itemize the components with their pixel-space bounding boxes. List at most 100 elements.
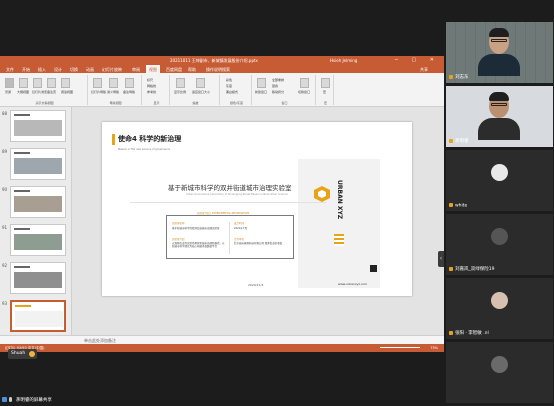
participant-list: 刘志东 茅明睿 white 刘嘉岚_双绿保险19 张阳 · 李智敏 .nl [446, 22, 554, 406]
cube-icon [370, 265, 377, 272]
notes-pane[interactable]: 单击此处添加备注 [0, 335, 444, 344]
ribbon-group-macros: 宏 宏 [318, 75, 334, 105]
gridlines-checkbox[interactable]: 网格线 [147, 84, 156, 88]
ribbon-group-show: 标尺 网格线 参考线 显示 [144, 75, 170, 105]
mic-icon [9, 397, 13, 402]
slide-sorter-button[interactable] [33, 78, 42, 88]
thumbnail-image-selected[interactable] [10, 300, 66, 332]
lab-desc-value: 以双井街道为实验场景探索城市治理新模式，以新城市科学理论为核心构建多维数据平台 [172, 242, 225, 248]
grayscale-option[interactable]: 灰度 [226, 84, 232, 88]
thumbnail-image[interactable] [10, 262, 66, 294]
current-slide[interactable]: 使命4 科学的新治理 Mission 4 The new science of … [102, 122, 412, 296]
slide-date: 2020/11/3 [248, 283, 264, 287]
slide-master-label: 幻灯片母版 [91, 90, 107, 94]
normal-view-button[interactable] [5, 78, 14, 88]
color-option[interactable]: 彩色 [226, 78, 232, 82]
thumbnail-image[interactable] [10, 148, 66, 180]
avatar [491, 228, 508, 245]
share-status-text: 茅明睿的屏幕共享 [15, 398, 52, 403]
thumbnail-91[interactable]: 91 [0, 223, 72, 259]
ppt-user[interactable]: Hsieh Jelming [330, 58, 357, 63]
participant-tile[interactable]: 刘志东 [446, 22, 553, 83]
participant-name: white [449, 202, 467, 208]
ruler-checkbox[interactable]: 标尺 [147, 78, 153, 82]
thumbnail-number: 89 [2, 149, 8, 154]
group-label-views: 演示文稿视图 [35, 101, 54, 105]
reading-view-button[interactable] [61, 78, 70, 88]
fit-window-button[interactable] [196, 78, 205, 88]
notes-page-button[interactable] [47, 78, 56, 88]
participant-tile[interactable]: white [446, 150, 553, 211]
zoom-slider[interactable] [380, 347, 420, 348]
thumbnail-number: 91 [2, 225, 8, 230]
lab-desc-key: 实验室介绍 [172, 238, 185, 241]
collapse-panel-chevron-icon[interactable]: ‹ [438, 251, 444, 267]
ribbon-group-window: 新建窗口 全部重排 层叠 移动拆分 切换窗口 窗口 [254, 75, 316, 105]
thumbnail-number: 88 [2, 111, 8, 116]
slide-main-title-en: Urban Governance Laboratory of Shuangjin… [186, 193, 288, 196]
lab-org-key: 合作单位 [234, 238, 245, 241]
slide-heading: 使命4 科学的新治理 [111, 134, 182, 145]
lab-time-value: 2021年7月 [234, 227, 247, 230]
switch-window-button[interactable] [300, 78, 309, 88]
zoom-level[interactable]: 75% [430, 346, 438, 350]
group-label-macros: 宏 [323, 101, 327, 105]
macros-button[interactable] [321, 78, 330, 88]
thumbnail-image[interactable] [10, 224, 66, 256]
guides-checkbox[interactable]: 参考线 [147, 90, 156, 94]
macros-label: 宏 [323, 90, 327, 94]
zoom-label: 显示比例 [174, 90, 187, 94]
mic-icon [449, 266, 453, 271]
bw-option[interactable]: 黑白模式 [226, 90, 238, 94]
avatar [491, 292, 508, 309]
arrange-all-button[interactable]: 全部重排 [272, 78, 284, 82]
shared-screen: 20211011 王坤副市、新城镇发展股份介绍.pptx Hsieh Jelmi… [0, 56, 444, 352]
move-split-button[interactable]: 移动拆分 [272, 90, 284, 94]
urban-brand: URBAN XYZ [336, 180, 343, 220]
slide-thumbnail-pane[interactable]: 88 89 90 91 92 93 [0, 107, 72, 335]
slide-divider [130, 202, 326, 203]
cascade-button[interactable]: 层叠 [272, 84, 278, 88]
thumbnail-image[interactable] [10, 110, 66, 142]
window-controls[interactable]: ─ ▢ ✕ [395, 57, 440, 63]
lab-name-key: 实验室名称 [172, 222, 185, 225]
slide-subheading: Mission 4 The new science of governance [118, 148, 170, 151]
participant-name: 刘嘉岚_双绿保险19 [449, 266, 494, 272]
slide-editor-area: 使命4 科学的新治理 Mission 4 The new science of … [72, 107, 444, 335]
thumbnail-89[interactable]: 89 [0, 147, 72, 183]
avatar [491, 164, 508, 181]
participant-tile[interactable]: 刘嘉岚_双绿保险19 [446, 214, 553, 275]
meeting-window: 20211011 王坤副市、新城镇发展股份介绍.pptx Hsieh Jelmi… [0, 0, 554, 406]
thumbnail-92[interactable]: 92 [0, 261, 72, 297]
thumbnail-number: 93 [2, 301, 8, 306]
participant-tile[interactable] [446, 342, 553, 403]
group-label-master: 母版视图 [109, 101, 122, 105]
slide-url: www.urbanxyz.com [338, 282, 368, 286]
thumbnail-number: 92 [2, 263, 8, 268]
slide-master-button[interactable] [93, 78, 102, 88]
handout-master-button[interactable] [109, 78, 118, 88]
slide-sorter-label: 幻灯片浏览 [32, 90, 48, 94]
normal-view-label: 普通 [5, 90, 12, 94]
reading-view-label: 阅读视图 [61, 90, 74, 94]
ribbon-group-zoom: 显示比例 适应窗口大小 缩放 [172, 75, 220, 105]
thumbnail-93[interactable]: 93 [0, 299, 72, 335]
zoom-button[interactable] [176, 78, 185, 88]
thumbnail-90[interactable]: 90 [0, 185, 72, 221]
outline-view-label: 大纲视图 [17, 90, 30, 94]
participant-tile[interactable]: 茅明睿 [446, 86, 553, 147]
active-speaker-badge: Shuah [8, 349, 37, 359]
new-window-button[interactable] [257, 78, 266, 88]
thumbnail-image[interactable] [10, 186, 66, 218]
notes-master-button[interactable] [125, 78, 134, 88]
participant-video [478, 28, 520, 76]
lab-info-divider [229, 222, 230, 254]
thumbnail-88[interactable]: 88 [0, 109, 72, 145]
participant-tile[interactable]: 张阳 · 李智敏 .nl [446, 278, 553, 339]
group-label-show: 显示 [153, 101, 160, 105]
lab-info-title: 实验室介绍 | EXPERIMENTAL INFORMATION [194, 211, 253, 215]
outline-view-button[interactable] [19, 78, 28, 88]
menu-view[interactable]: 视图 [146, 65, 160, 73]
participant-name: 茅明睿 [449, 138, 469, 144]
slide-main-title: 基于新城市科学的双井街道城市治理实验室 [168, 184, 292, 192]
